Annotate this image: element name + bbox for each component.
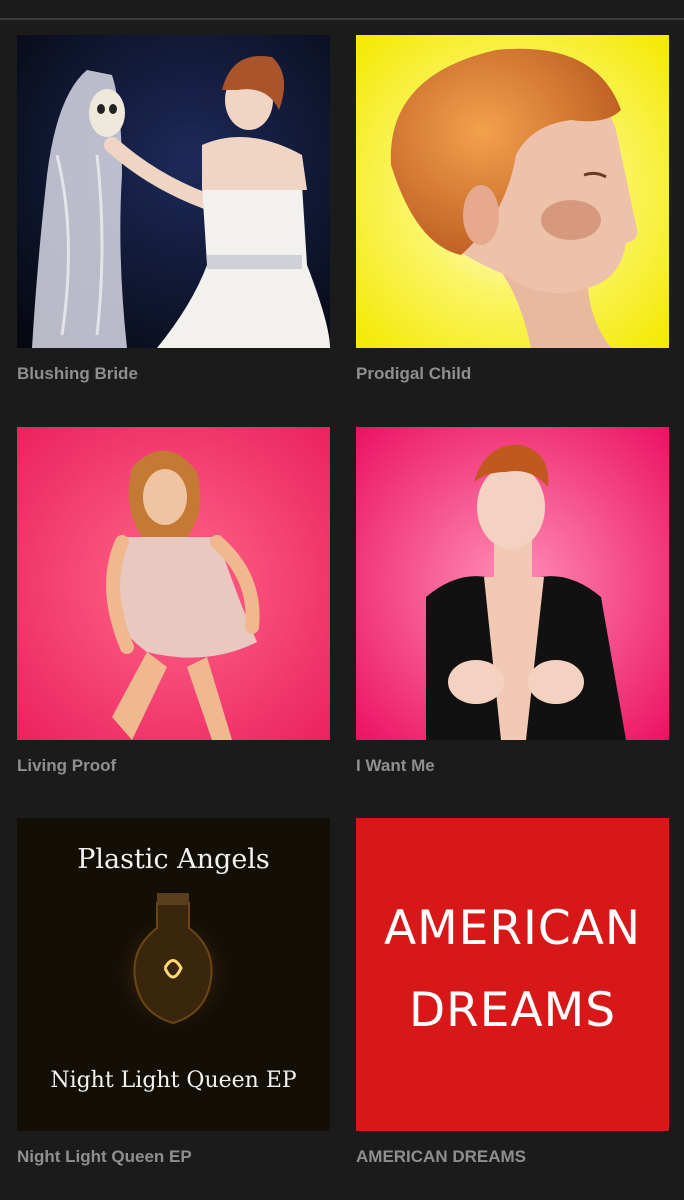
cover-text-bottom: Night Light Queen EP	[50, 1068, 297, 1093]
album-card-blushing-bride[interactable]: Blushing Bride	[17, 35, 330, 383]
album-title[interactable]: Prodigal Child	[356, 364, 471, 384]
album-cover-i-want-me[interactable]	[356, 427, 669, 740]
album-card-prodigal-child[interactable]: Prodigal Child	[356, 35, 669, 383]
cover-text-line1: AMERICAN	[383, 901, 642, 956]
album-grid: Blushing Bride Prodigal Child Living Pro…	[0, 0, 684, 1200]
album-card-night-light-queen-ep[interactable]: Plastic Angels Night Light Queen EP Nigh…	[17, 818, 330, 1166]
album-title[interactable]: Blushing Bride	[17, 364, 138, 384]
album-title[interactable]: Night Light Queen EP	[17, 1147, 192, 1167]
album-cover-prodigal-child[interactable]	[356, 35, 669, 348]
cover-text-top: Plastic Angels	[77, 844, 270, 875]
cover-art-profile	[356, 35, 669, 348]
album-cover-blushing-bride[interactable]	[17, 35, 330, 348]
album-card-american-dreams[interactable]: AMERICAN DREAMS AMERICAN DREAMS	[356, 818, 669, 1166]
album-cover-night-light-queen-ep[interactable]: Plastic Angels Night Light Queen EP	[17, 818, 330, 1131]
album-card-i-want-me[interactable]: I Want Me	[356, 427, 669, 775]
album-cover-american-dreams[interactable]: AMERICAN DREAMS	[356, 818, 669, 1131]
cover-art-woman	[356, 427, 669, 740]
cover-art-girl	[17, 427, 330, 740]
cover-art-bride	[17, 35, 330, 348]
album-card-living-proof[interactable]: Living Proof	[17, 427, 330, 775]
cover-text-line2: DREAMS	[408, 983, 617, 1038]
album-title[interactable]: I Want Me	[356, 756, 435, 776]
album-title[interactable]: Living Proof	[17, 756, 116, 776]
album-cover-living-proof[interactable]	[17, 427, 330, 740]
album-title[interactable]: AMERICAN DREAMS	[356, 1147, 526, 1167]
